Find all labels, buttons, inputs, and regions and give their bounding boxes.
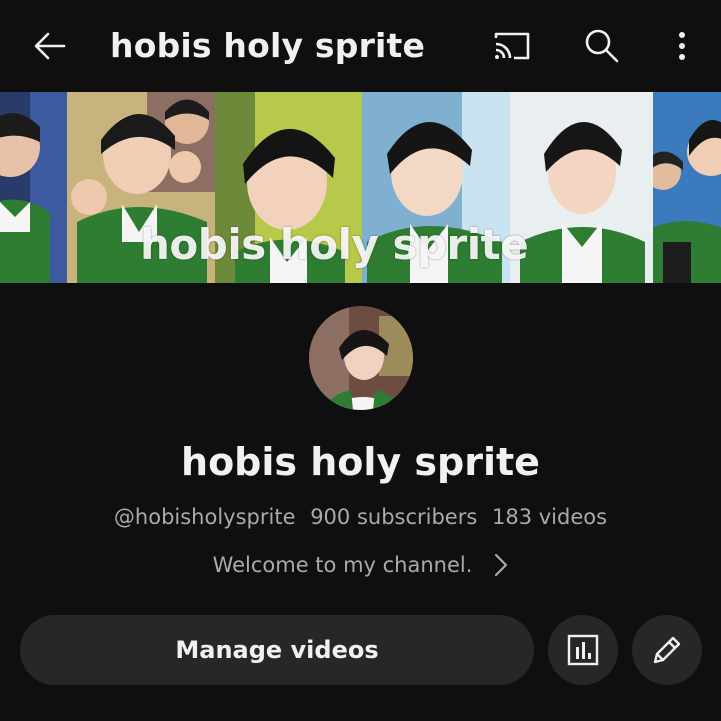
arrow-left-icon [34, 32, 66, 60]
page-title: hobis holy sprite [110, 26, 426, 65]
subscriber-count: 900 subscribers [310, 505, 478, 529]
chevron-right-icon [494, 553, 508, 577]
banner-photo [653, 92, 721, 283]
video-count: 183 videos [492, 505, 608, 529]
banner-photo [0, 92, 67, 283]
top-app-bar: hobis holy sprite [0, 0, 721, 92]
channel-description-link[interactable]: Welcome to my channel. [0, 553, 721, 577]
more-options-button[interactable] [658, 22, 706, 70]
analytics-icon [567, 634, 599, 666]
back-button[interactable] [26, 22, 74, 70]
avatar-photo [309, 306, 413, 410]
search-button[interactable] [578, 22, 626, 70]
more-vertical-icon [679, 32, 685, 60]
cast-button[interactable] [488, 22, 536, 70]
channel-name: hobis holy sprite [181, 440, 540, 484]
edit-channel-button[interactable] [632, 615, 702, 685]
banner-overlay-text: hobis holy sprite [140, 220, 529, 269]
channel-handle[interactable]: @hobisholysprite [114, 505, 296, 529]
search-icon [585, 29, 619, 63]
channel-description: Welcome to my channel. [212, 553, 473, 577]
analytics-button[interactable] [548, 615, 618, 685]
channel-banner: hobis holy sprite [0, 92, 721, 283]
cast-icon [494, 32, 530, 60]
pencil-icon [653, 636, 681, 664]
channel-avatar[interactable] [309, 306, 413, 410]
channel-meta: @hobisholysprite 900 subscribers 183 vid… [0, 505, 721, 529]
manage-videos-button[interactable]: Manage videos [20, 615, 534, 685]
banner-photo [510, 92, 653, 283]
